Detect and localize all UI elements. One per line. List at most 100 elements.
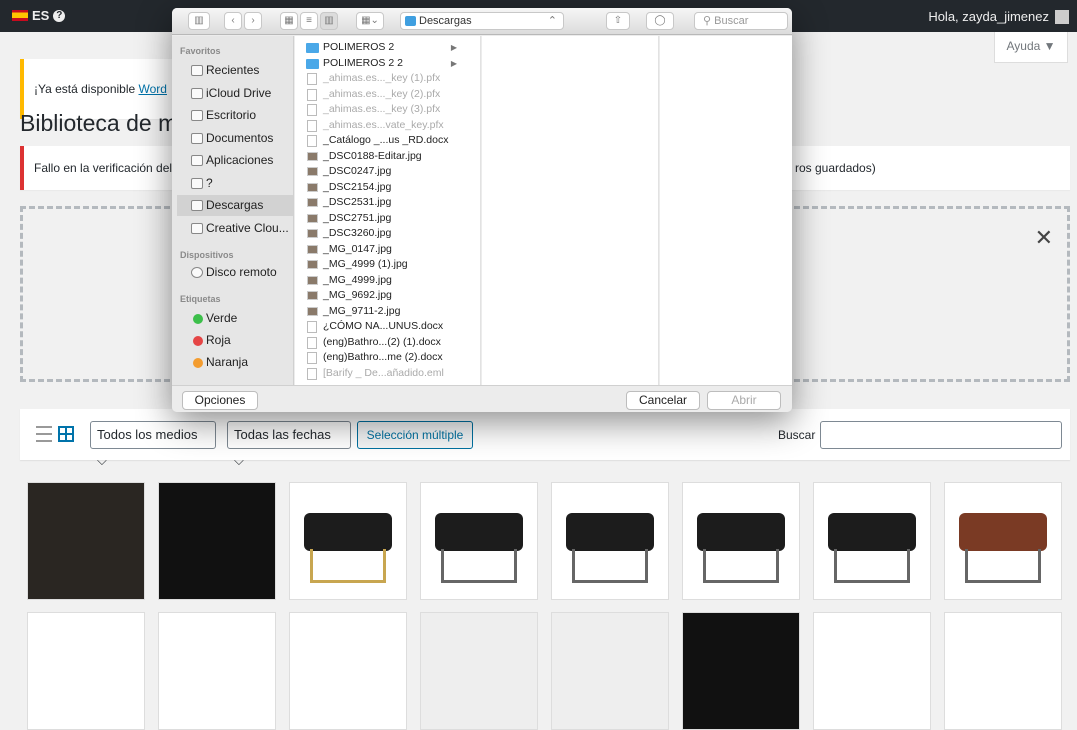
- media-thumbnail[interactable]: [420, 612, 538, 730]
- open-button[interactable]: Abrir: [707, 391, 781, 410]
- file-row[interactable]: (eng)Bathro...(2) (1).docx: [305, 335, 475, 351]
- file-row[interactable]: _MG_9711-2.jpg: [305, 304, 475, 320]
- date-filter[interactable]: Todas las fechas ⌵: [227, 421, 351, 468]
- file-row[interactable]: _DSC0247.jpg: [305, 164, 475, 180]
- file-row[interactable]: _DSC0188-Editar.jpg: [305, 149, 475, 165]
- file-row[interactable]: _Catálogo _...us _RD.docx: [305, 133, 475, 149]
- file-name: _MG_9692.jpg: [323, 289, 392, 301]
- dialog-search-field[interactable]: ⚲ Buscar: [694, 12, 788, 30]
- folder-icon: [306, 43, 319, 53]
- sidebar-item[interactable]: Documentos: [177, 128, 293, 149]
- media-thumbnail[interactable]: [551, 482, 669, 600]
- file-row[interactable]: _DSC2751.jpg: [305, 211, 475, 227]
- search-input[interactable]: [820, 421, 1062, 449]
- image-icon: [307, 198, 318, 207]
- chevron-right-icon: ▶: [450, 43, 457, 52]
- chevron-right-icon: ▶: [450, 58, 457, 68]
- media-thumbnail[interactable]: [813, 482, 931, 600]
- media-type-filter[interactable]: Todos los medios ⌵: [90, 421, 216, 468]
- file-row[interactable]: _ahimas.es..._key (3).pfx: [305, 102, 475, 118]
- group-icon[interactable]: ▦⌄: [356, 12, 384, 30]
- sidebar-item[interactable]: Aplicaciones: [177, 150, 293, 171]
- tag-icon[interactable]: ◯: [646, 12, 674, 30]
- file-row[interactable]: _MG_4999 (1).jpg: [305, 257, 475, 273]
- file-row[interactable]: ¿CÓMO NA...UNUS.docx: [305, 319, 475, 335]
- media-thumbnail[interactable]: [289, 482, 407, 600]
- list-view-icon[interactable]: [36, 426, 52, 442]
- back-icon[interactable]: ‹: [224, 12, 242, 30]
- sidebar-item[interactable]: Recientes: [177, 60, 293, 81]
- media-thumbnail[interactable]: [27, 482, 145, 600]
- media-thumbnail[interactable]: [551, 612, 669, 730]
- file-row[interactable]: _MG_0147.jpg: [305, 242, 475, 258]
- file-open-dialog: ▥ ‹ › ▦ ≡ ▥ ▦⌄ Descargas ⌃ ⇧ ◯ ⚲ Buscar F…: [172, 8, 792, 412]
- sidebar-item[interactable]: Disco remoto: [177, 262, 293, 283]
- cancel-button[interactable]: Cancelar: [626, 391, 700, 410]
- image-icon: [307, 306, 318, 316]
- file-name: _ahimas.es..._key (2).pfx: [323, 87, 441, 100]
- help-icon[interactable]: ?: [53, 9, 66, 22]
- file-row[interactable]: _ahimas.es...vate_key.pfx: [305, 118, 475, 134]
- update-link[interactable]: Word: [139, 82, 167, 96]
- language-switcher[interactable]: ES?: [12, 8, 66, 23]
- file-name: (eng)Bathro...me (2).docx: [323, 351, 443, 363]
- options-button[interactable]: Opciones: [182, 391, 258, 410]
- media-thumbnail[interactable]: [682, 612, 800, 730]
- sidebar-item[interactable]: Creative Clou...: [177, 218, 293, 239]
- grid-view-icon[interactable]: [58, 426, 74, 442]
- sidebar-tag[interactable]: Roja: [177, 330, 293, 351]
- media-thumbnail[interactable]: [420, 482, 538, 600]
- spain-flag-icon: [12, 10, 28, 21]
- file-row[interactable]: _MG_4999.jpg: [305, 273, 475, 289]
- sidebar-tag[interactable]: Verde: [177, 308, 293, 329]
- file-row[interactable]: [Barify _ De...añadido.eml: [305, 366, 475, 382]
- media-thumbnail[interactable]: [944, 612, 1062, 730]
- media-thumbnail[interactable]: [813, 612, 931, 730]
- sidebar-item[interactable]: ?: [177, 173, 293, 194]
- file-row[interactable]: _ahimas.es..._key (2).pfx: [305, 87, 475, 103]
- media-thumbnail[interactable]: [944, 482, 1062, 600]
- media-thumbnail[interactable]: [682, 482, 800, 600]
- file-row[interactable]: _DSC2531.jpg: [305, 195, 475, 211]
- user-menu[interactable]: Hola, zayda_jimenez: [928, 9, 1069, 24]
- close-icon[interactable]: ✕: [1035, 225, 1053, 251]
- chevron-updown-icon: ⌃: [547, 15, 557, 27]
- stool-shape: [697, 513, 785, 551]
- share-icon[interactable]: ⇧: [606, 12, 630, 30]
- file-row[interactable]: _MG_9692.jpg: [305, 288, 475, 304]
- file-row[interactable]: _ahimas.es..._key (1).pfx: [305, 71, 475, 87]
- preview-column: [660, 36, 792, 385]
- file-row[interactable]: _DSC2154.jpg: [305, 180, 475, 196]
- sidebar-item-label: Naranja: [206, 355, 249, 369]
- folder-icon: [191, 155, 203, 166]
- sidebar-tag[interactable]: Naranja: [177, 352, 293, 373]
- file-row[interactable]: (eng)Bathro...me (2).docx: [305, 350, 475, 366]
- folder-icon: [191, 110, 203, 121]
- list-view-icon[interactable]: ≡: [300, 12, 318, 30]
- location-popup[interactable]: Descargas ⌃: [400, 12, 564, 30]
- bulk-select-button[interactable]: Selección múltiple: [357, 421, 473, 449]
- file-row[interactable]: POLIMEROS 2 ▶: [305, 40, 475, 56]
- sidebar-item[interactable]: Escritorio: [177, 105, 293, 126]
- media-thumbnail[interactable]: [289, 612, 407, 730]
- sidebar-item-label: Verde: [206, 311, 238, 325]
- file-row[interactable]: POLIMEROS 2 2 ▶: [305, 56, 475, 72]
- media-thumbnail[interactable]: [158, 482, 276, 600]
- column-view-icon[interactable]: ▥: [320, 12, 338, 30]
- icon-view-icon[interactable]: ▦: [280, 12, 298, 30]
- tag-dot-icon: [193, 314, 203, 324]
- document-icon: [307, 321, 317, 333]
- media-thumbnail[interactable]: [158, 612, 276, 730]
- sidebar-item[interactable]: iCloud Drive: [177, 83, 293, 104]
- file-name: _ahimas.es..._key (1).pfx: [323, 72, 441, 84]
- stool-shape: [959, 513, 1047, 551]
- media-thumbnail[interactable]: [27, 612, 145, 730]
- file-row[interactable]: _DSC3260.jpg: [305, 226, 475, 242]
- image-icon: [307, 167, 318, 176]
- sidebar-item[interactable]: Descargas: [177, 195, 293, 216]
- forward-icon[interactable]: ›: [244, 12, 262, 30]
- sidebar-toggle-icon[interactable]: ▥: [188, 12, 210, 30]
- folder-icon: [191, 177, 203, 189]
- help-tab-button[interactable]: Ayuda ▼: [994, 32, 1068, 63]
- sidebar-item-label: Descargas: [206, 198, 264, 212]
